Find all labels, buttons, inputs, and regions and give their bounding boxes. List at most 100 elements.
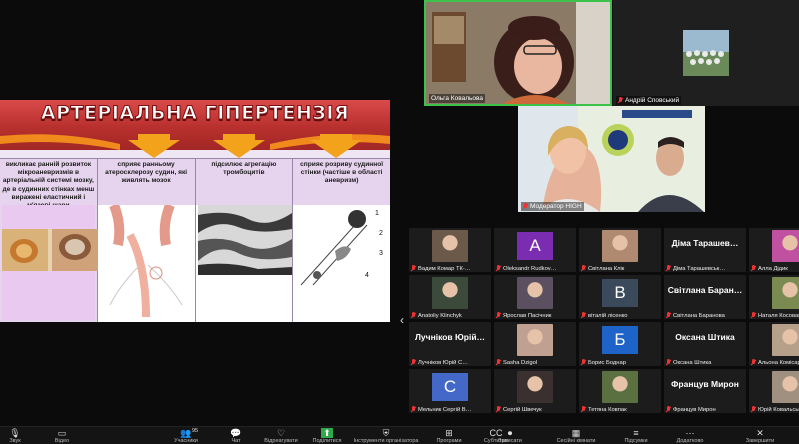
participant-video [432,277,468,309]
participants-icon: 👥 [180,428,192,438]
participant-tile[interactable]: A Oleksandr Rudkov… [494,228,576,272]
mic-muted-icon [751,406,756,413]
participant-tile[interactable]: Тетяна Ковпак [579,369,661,413]
summary-icon: ≡ [633,428,639,438]
record-icon: ⏺ [507,428,513,438]
participant-name: Оксана Штика [673,359,712,366]
participant-name-tag: Oleksandr Rudkov… [496,265,576,272]
participant-video [772,230,799,262]
slide-column-3: підсилює агрегацію тромбоцитів [195,159,294,322]
participant-name: Anatoliy Klinchyk [418,312,462,319]
participant-video [432,230,468,262]
slide-column-text: викликає ранній розвиток мікроаневризмів… [2,161,95,205]
participant-tile[interactable]: Світлана Клік [579,228,661,272]
toolbar-summary-button[interactable]: ≡ Підсумки [606,428,666,444]
apps-icon: ⊞ [445,428,453,438]
participant-video [772,324,799,356]
toolbar-label: Відео [54,438,70,444]
participant-tile[interactable]: Наталя Косован [749,275,799,319]
participant-tile[interactable]: Світлана Баран… Світлана Баранова [664,275,746,319]
avatar-initial: B [602,279,638,307]
participant-video [517,277,553,309]
participant-name: Сергій Швечук [503,406,542,413]
participant-tile[interactable]: Алла Дідик [749,228,799,272]
participant-tile[interactable]: Вадим Комар ТК-… [409,228,491,272]
toolbar-end-button[interactable]: ✕ Завершити [730,428,790,444]
slide-column-4: сприяє розриву судинної стінки (частіше … [293,159,390,322]
participant-name-tag: Наталя Косован [751,312,799,319]
participants-count: 95 [192,428,199,434]
speaker-video-tile[interactable]: Ольга Ковальова [424,0,612,106]
participant-tile[interactable]: C Мельник Сергій В… [409,369,491,413]
participant-video [772,371,799,403]
group-photo-avatar [683,30,729,76]
participant-name: Альона Комісар [758,359,799,366]
moderator-video [518,106,705,212]
mic-muted-icon [496,406,501,413]
mic-muted-icon [666,312,671,319]
participant-tile[interactable]: Францув Мирон Францув Мирон [664,369,746,413]
participant-video [602,371,638,403]
participant-name-tag: Sasha Dzigol [496,359,576,366]
rooms-icon: ▦ [571,428,581,438]
mic-muted-icon [581,406,586,413]
participant-tile[interactable]: Б Борис Боднар [579,322,661,366]
participant-tile[interactable]: Anatoliy Klinchyk [409,275,491,319]
gallery-prev-arrow-icon[interactable]: ‹ [400,313,404,327]
participant-tile[interactable]: Оксана Штика Оксана Штика [664,322,746,366]
moderator-name: Модератор HIGH [530,203,582,210]
participant-name: Юрій Ковальськ… [758,406,799,413]
participant-name: Діма Тарашевськ… [673,265,726,272]
participant-name-tag: Францув Мирон [666,406,746,413]
participant-video [602,230,638,262]
participant-display-name: Світлана Баран… [667,285,743,295]
mic-muted-icon [411,359,416,366]
toolbar-label: Відреагувати [264,438,298,444]
toolbar-label: Додатково [676,438,704,444]
participant-video [772,277,799,309]
microphone-icon: 🎙 [9,428,21,438]
participant-name-tag: Вадим Комар ТК-… [411,265,491,272]
participant-name: Ярослав Пасічник [503,312,552,319]
toolbar-record-button[interactable]: ⏺ Записати [480,428,540,444]
meeting-toolbar: 🎙 Звук ▭ Відео 👥 Учасники 95 💬 Чат ♡ Відреагувати ⬆… [0,426,799,444]
participant-name-tag: Мельник Сергій В… [411,406,491,413]
toolbar-rooms-button[interactable]: ▦ Сесійні кімнати [546,428,606,444]
participant-tile[interactable]: Ярослав Пасічник [494,275,576,319]
toolbar-label: Поділитися [312,438,342,444]
toolbar-camera-button[interactable]: ▭ Відео [32,428,92,444]
camera-icon: ▭ [57,428,67,438]
mic-muted-icon [751,312,756,319]
participant-display-name: Оксана Штика [675,332,735,342]
participant-tile[interactable]: Сергій Швечук [494,369,576,413]
participant-tile[interactable]: Юрій Ковальськ… [749,369,799,413]
artery-illustration [100,203,193,320]
mic-muted-icon [581,312,586,319]
participant-tile[interactable]: Альона Комісар [749,322,799,366]
participant-name: Тетяна Ковпак [588,406,627,413]
toolbar-label: Сесійні кімнати [556,438,596,444]
toolbar-more-button[interactable]: ⋯ Додатково [660,428,720,444]
participant-video-tile[interactable]: Андрій Сповський [613,0,799,106]
participant-tile[interactable]: Sasha Dzigol [494,322,576,366]
participant-name-tag: Світлана Баранова [666,312,746,319]
shield-icon: ⛨ [382,428,390,438]
participant-name-tag: Алла Дідик [751,265,799,272]
participant-tile[interactable]: Bвіталій лісенко [579,275,661,319]
participant-name-tag: Юрій Ковальськ… [751,406,799,413]
participant-tile[interactable]: Лучніков Юрій… Лучніков Юрій С… [409,322,491,366]
more-icon: ⋯ [685,428,695,438]
mic-muted-icon [751,265,756,272]
toolbar-share-button[interactable]: ⬆ Поділитися [297,428,357,444]
mic-muted-icon [411,265,416,272]
shared-slide: АРТЕРІАЛЬНА ГІПЕРТЕНЗІЯ викликає ранній … [0,100,390,322]
participant-name: віталій лісенко [588,312,628,319]
slide-column-text: сприяє розриву судинної стінки (частіше … [293,159,390,205]
participant-name-tag: Сергій Швечук [496,406,576,413]
participant-name-tag: Борис Боднар [581,359,661,366]
toolbar-shield-button[interactable]: ⛨ Інструменти організатора [354,428,419,444]
participant-tile[interactable]: Діма Тарашев… Діма Тарашевськ… [664,228,746,272]
moderator-video-tile[interactable]: Модератор HIGH [518,106,705,212]
share-icon: ⬆ [321,428,333,438]
participant-name: Oleksandr Rudkov… [503,265,557,272]
